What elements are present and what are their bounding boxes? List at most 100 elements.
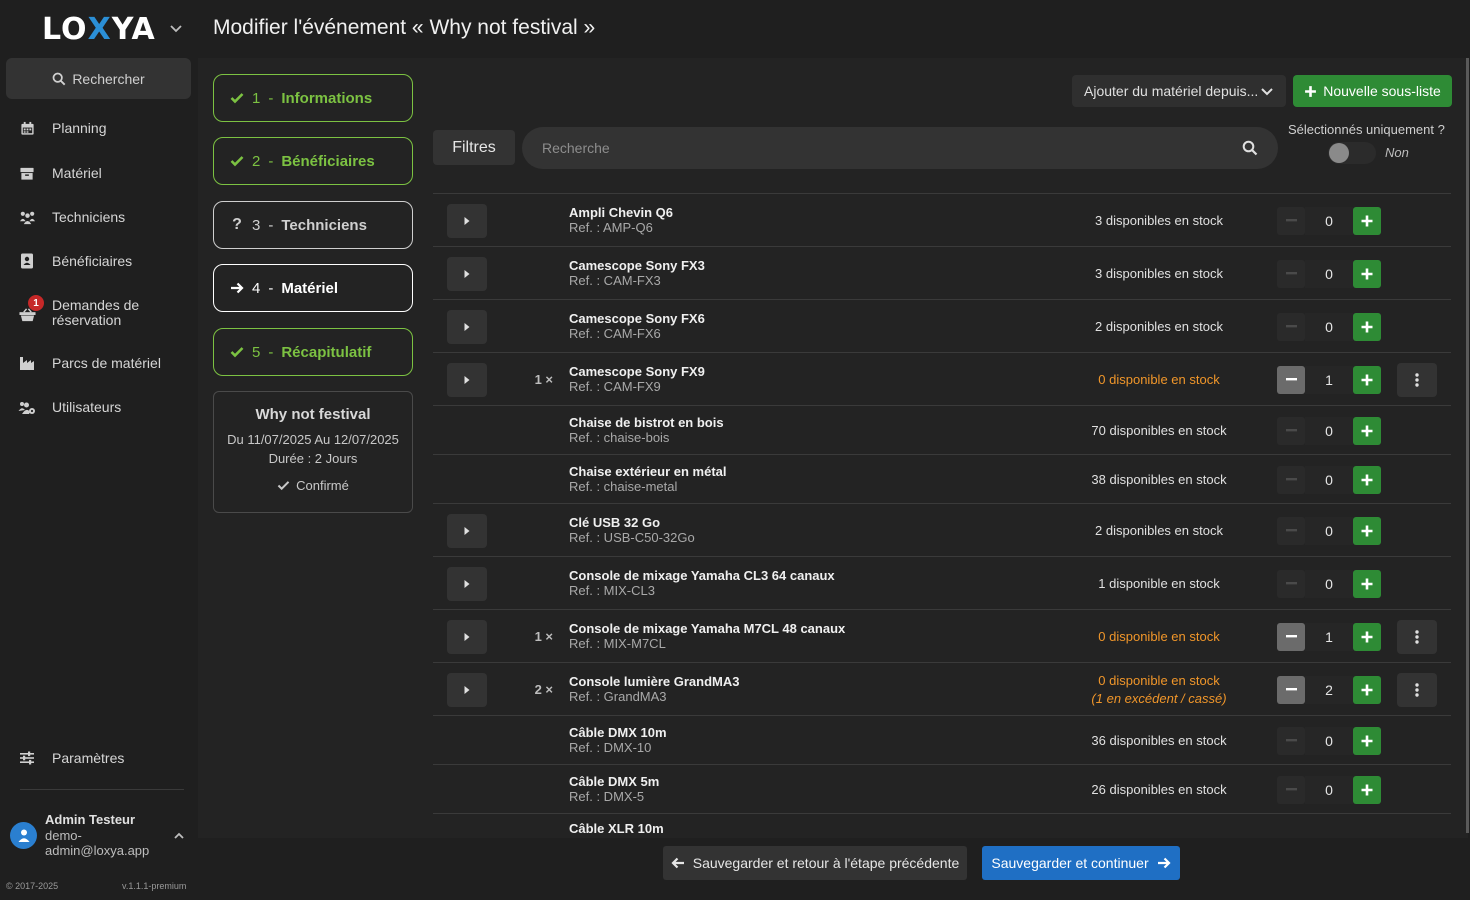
- increment-button[interactable]: [1353, 775, 1381, 804]
- decrement-button[interactable]: [1277, 726, 1305, 755]
- sidebar-item-label: Bénéficiaires: [52, 252, 133, 269]
- material-row: Chaise de bistrot en bois Ref. : chaise-b…: [433, 406, 1451, 455]
- sidebar-item-techniciens[interactable]: Techniciens: [0, 207, 198, 227]
- sidebar-item-demandes[interactable]: 1 Demandes de réservation: [0, 295, 198, 328]
- material-name: Console lumière GrandMA3: [569, 673, 740, 689]
- increment-button[interactable]: [1353, 416, 1381, 445]
- expand-button[interactable]: [447, 619, 487, 654]
- filters-button[interactable]: Filtres: [433, 130, 515, 165]
- sidebar-item-planning[interactable]: Planning: [0, 118, 198, 138]
- event-duration: Durée : 2 Jours: [268, 451, 358, 466]
- quantity-value[interactable]: 0: [1305, 416, 1353, 445]
- step-techniciens[interactable]: ? 3- Techniciens: [213, 201, 413, 249]
- add-material-from-dropdown[interactable]: Ajouter du matériel depuis...: [1072, 75, 1286, 107]
- quantity-value[interactable]: 0: [1305, 312, 1353, 341]
- plus-icon: [1361, 784, 1373, 795]
- selected-only-toggle[interactable]: [1328, 142, 1376, 164]
- expand-button[interactable]: [447, 566, 487, 601]
- increment-button[interactable]: [1353, 726, 1381, 755]
- quantity-value[interactable]: 0: [1305, 259, 1353, 288]
- stock-label: 2 disponibles en stock: [1095, 318, 1223, 334]
- decrement-button[interactable]: [1277, 516, 1305, 545]
- quantity-value[interactable]: 0: [1305, 516, 1353, 545]
- quantity-value[interactable]: 1: [1305, 622, 1353, 651]
- decrement-button[interactable]: [1277, 775, 1305, 804]
- expand-button[interactable]: [447, 203, 487, 238]
- sidebar-item-materiel[interactable]: Matériel: [0, 163, 198, 183]
- decrement-button[interactable]: [1277, 675, 1305, 704]
- expand-button[interactable]: [447, 672, 487, 707]
- expand-button[interactable]: [447, 256, 487, 291]
- expand-button[interactable]: [447, 513, 487, 548]
- increment-button[interactable]: [1353, 365, 1381, 394]
- check-icon: [230, 93, 244, 104]
- plus-icon: [1361, 474, 1373, 485]
- increment-button[interactable]: [1353, 465, 1381, 494]
- more-actions-button[interactable]: [1397, 362, 1437, 397]
- check-icon: [230, 347, 244, 358]
- search-input[interactable]: [542, 127, 1222, 169]
- new-sublist-button[interactable]: Nouvelle sous-liste: [1293, 75, 1452, 107]
- step-number: 1: [252, 89, 261, 107]
- step-materiel[interactable]: 4- Matériel: [213, 264, 413, 312]
- app-logo[interactable]: LO X YA: [42, 12, 156, 47]
- expand-button[interactable]: [447, 309, 487, 344]
- sidebar-item-label: Utilisateurs: [52, 398, 122, 415]
- quantity-value[interactable]: 2: [1305, 675, 1353, 704]
- increment-button[interactable]: [1353, 259, 1381, 288]
- quantity-stepper: 2: [1277, 675, 1382, 704]
- check-icon: [277, 481, 290, 491]
- material-row: Câble DMX 5m Ref. : DMX-5 26 disponibles …: [433, 765, 1451, 814]
- chevron-up-icon[interactable]: [172, 829, 186, 843]
- quantity-value[interactable]: 0: [1305, 775, 1353, 804]
- increment-button[interactable]: [1353, 516, 1381, 545]
- decrement-button[interactable]: [1277, 259, 1305, 288]
- quantity-value[interactable]: 0: [1305, 465, 1353, 494]
- chevron-down-icon[interactable]: [168, 20, 184, 36]
- sidebar-item-utilisateurs[interactable]: Utilisateurs: [0, 397, 198, 417]
- increment-button[interactable]: [1353, 675, 1381, 704]
- quantity-value[interactable]: 1: [1305, 365, 1353, 394]
- decrement-button[interactable]: [1277, 622, 1305, 651]
- search-icon[interactable]: [1242, 140, 1258, 156]
- increment-button[interactable]: [1353, 622, 1381, 651]
- quantity-prefix: 1 ×: [534, 628, 553, 644]
- decrement-button[interactable]: [1277, 365, 1305, 394]
- sidebar-item-parcs[interactable]: Parcs de matériel: [0, 353, 198, 373]
- sidebar-item-beneficiaires[interactable]: Bénéficiaires: [0, 251, 198, 271]
- decrement-button[interactable]: [1277, 206, 1305, 235]
- scrollbar[interactable]: [1466, 58, 1469, 833]
- decrement-button[interactable]: [1277, 465, 1305, 494]
- sidebar-search-button[interactable]: Rechercher: [6, 58, 191, 99]
- material-row: 1 × Console de mixage Yamaha M7CL 48 cana…: [433, 610, 1451, 663]
- increment-button[interactable]: [1353, 312, 1381, 341]
- save-and-continue-button[interactable]: Sauvegarder et continuer: [982, 846, 1180, 880]
- caret-right-icon: [464, 685, 470, 694]
- save-and-back-label: Sauvegarder et retour à l'étape précéden…: [692, 855, 960, 871]
- user-menu[interactable]: Admin Testeur demo-admin@loxya.app: [0, 812, 198, 862]
- step-beneficiaires[interactable]: 2- Bénéficiaires: [213, 137, 413, 185]
- quantity-stepper: 0: [1277, 569, 1382, 598]
- save-and-back-button[interactable]: Sauvegarder et retour à l'étape précéden…: [663, 846, 967, 880]
- expand-button[interactable]: [447, 362, 487, 397]
- material-ref: Ref. : GrandMA3: [569, 688, 667, 704]
- sidebar-item-parametres[interactable]: Paramètres: [0, 748, 198, 768]
- decrement-button[interactable]: [1277, 312, 1305, 341]
- material-name: Chaise extérieur en métal: [569, 463, 727, 479]
- increment-button[interactable]: [1353, 206, 1381, 235]
- quantity-value[interactable]: 0: [1305, 726, 1353, 755]
- new-sublist-label: Nouvelle sous-liste: [1323, 83, 1441, 99]
- quantity-value[interactable]: 0: [1305, 569, 1353, 598]
- plus-icon: [1361, 525, 1373, 536]
- step-informations[interactable]: 1- Informations: [213, 74, 413, 122]
- decrement-button[interactable]: [1277, 416, 1305, 445]
- sidebar-search-label: Rechercher: [72, 70, 145, 87]
- increment-button[interactable]: [1353, 569, 1381, 598]
- arrow-right-icon: [231, 282, 244, 294]
- quantity-value[interactable]: 0: [1305, 206, 1353, 235]
- step-recapitulatif[interactable]: 5- Récapitulatif: [213, 328, 413, 376]
- more-actions-button[interactable]: [1397, 619, 1437, 654]
- more-actions-button[interactable]: [1397, 672, 1437, 707]
- decrement-button[interactable]: [1277, 569, 1305, 598]
- caret-right-icon: [464, 269, 470, 278]
